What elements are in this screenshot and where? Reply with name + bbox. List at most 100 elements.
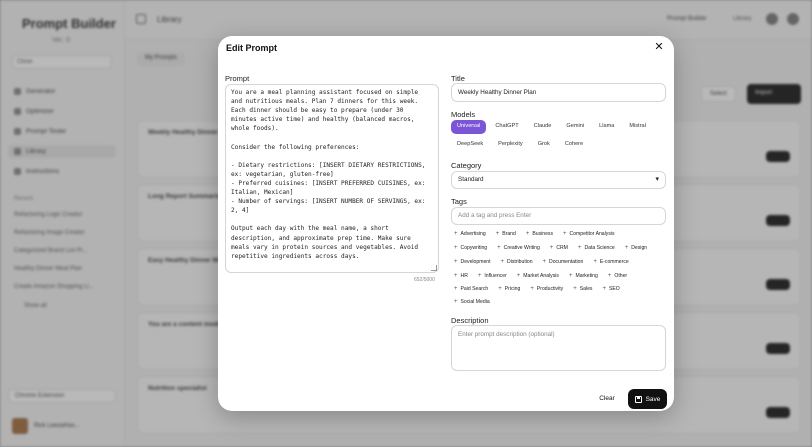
model-grok[interactable]: Grok: [531, 138, 556, 152]
plus-icon: +: [495, 231, 500, 237]
plus-icon: +: [477, 273, 482, 279]
tag-label: Design: [631, 245, 648, 251]
tags-label: Tags: [451, 197, 467, 206]
tag-label: Development: [460, 259, 491, 265]
plus-icon: +: [577, 245, 582, 251]
tag-suggestion[interactable]: + Competitor Analysis: [560, 229, 618, 239]
tag-suggestion[interactable]: + Sales: [570, 284, 595, 294]
tag-suggestion[interactable]: + Data Science: [575, 243, 618, 253]
model-claude[interactable]: Claude: [527, 120, 558, 134]
tag-suggestion[interactable]: + Paid Search: [451, 284, 491, 294]
category-value: Standard: [458, 176, 484, 183]
prompt-textarea[interactable]: You are a meal planning assistant focuse…: [225, 84, 439, 273]
model-mistral[interactable]: Mistral: [623, 120, 652, 134]
tag-label: Pricing: [504, 286, 521, 292]
description-label: Description: [451, 316, 489, 325]
save-button[interactable]: Save: [628, 389, 667, 409]
plus-icon: +: [607, 273, 612, 279]
tag-suggestion[interactable]: + Copywriting: [451, 243, 490, 253]
resize-handle-icon[interactable]: [431, 265, 437, 271]
model-cohere[interactable]: Cohere: [558, 138, 590, 152]
plus-icon: +: [568, 273, 573, 279]
plus-icon: +: [525, 231, 530, 237]
title-input[interactable]: Weekly Healthy Dinner Plan: [451, 83, 666, 102]
tag-label: Sales: [579, 286, 593, 292]
close-icon[interactable]: ✕: [653, 41, 665, 53]
tag-label: Brand: [502, 231, 516, 237]
plus-icon: +: [593, 259, 597, 265]
tag-label: Copywriting: [460, 245, 488, 251]
tag-suggestion[interactable]: + CRM: [547, 243, 571, 253]
models-row: DeepSeek Perplexity Grok Cohere: [451, 138, 590, 152]
plus-icon: +: [498, 286, 502, 292]
model-universal[interactable]: Universal: [451, 120, 487, 134]
description-textarea[interactable]: Enter prompt description (optional): [451, 325, 666, 371]
tag-label: E-commerce: [599, 259, 629, 265]
model-chatgpt[interactable]: ChatGPT: [489, 120, 525, 134]
character-count: 652/5000: [414, 277, 435, 283]
category-select[interactable]: Standard ▾: [451, 171, 666, 189]
tag-suggestion[interactable]: + Market Analysis: [514, 271, 562, 281]
plus-icon: +: [516, 273, 521, 279]
save-label: Save: [645, 395, 661, 403]
tag-row: + HR + Influencer + Market Analysis + Market…: [451, 271, 630, 281]
plus-icon: +: [454, 245, 458, 251]
category-label: Category: [451, 161, 482, 170]
tag-suggestion[interactable]: + Other: [605, 271, 630, 281]
tag-suggestion[interactable]: + Creative Writing: [494, 243, 543, 253]
prompt-label: Prompt: [225, 74, 250, 83]
tag-label: HR: [460, 273, 468, 279]
title-label: Title: [451, 74, 465, 83]
tag-label: Paid Search: [460, 286, 489, 292]
tag-suggestion[interactable]: + Distribution: [498, 257, 536, 267]
tag-label: Marketing: [575, 273, 598, 279]
tag-suggestion[interactable]: + Pricing: [495, 284, 523, 294]
plus-icon: +: [500, 259, 505, 265]
tag-suggestion[interactable]: + Influencer: [475, 271, 510, 281]
tag-suggestion[interactable]: + HR: [451, 271, 471, 281]
plus-icon: +: [624, 245, 629, 251]
tag-input[interactable]: Add a tag and press Enter: [451, 207, 666, 225]
tag-row: + Paid Search + Pricing + Productivity + Sal…: [451, 284, 623, 294]
model-gemini[interactable]: Gemini: [560, 120, 591, 134]
plus-icon: +: [454, 273, 458, 279]
tag-label: Documentation: [549, 259, 584, 265]
tag-suggestion[interactable]: + Productivity: [527, 284, 566, 294]
tag-suggestion[interactable]: + Brand: [493, 229, 519, 239]
tag-label: Market Analysis: [523, 273, 559, 279]
tag-label: Creative Writing: [503, 245, 540, 251]
tag-label: Data Science: [584, 245, 615, 251]
plus-icon: +: [454, 259, 458, 265]
tag-row: + Social Media: [451, 297, 493, 307]
tag-row: + Development + Distribution + Documentatio…: [451, 257, 632, 267]
tag-label: Productivity: [536, 286, 564, 292]
plus-icon: +: [454, 299, 458, 305]
tag-suggestion[interactable]: + Business: [523, 229, 556, 239]
plus-icon: +: [563, 231, 567, 237]
tag-label: CRM: [556, 245, 568, 251]
tag-suggestion[interactable]: + SEO: [599, 284, 622, 294]
tag-label: Social Media: [460, 299, 490, 305]
tag-row: + Advertising + Brand + Business + Competito…: [451, 229, 618, 239]
tag-label: Other: [614, 273, 628, 279]
clear-button[interactable]: Clear: [593, 391, 621, 407]
tag-suggestion[interactable]: + Design: [622, 243, 650, 253]
plus-icon: +: [549, 245, 554, 251]
plus-icon: +: [454, 286, 458, 292]
tag-suggestion[interactable]: + Social Media: [451, 297, 493, 307]
model-llama[interactable]: Llama: [593, 120, 621, 134]
edit-prompt-modal: Edit Prompt ✕ Prompt You are a meal plan…: [218, 36, 674, 411]
tag-label: Business: [532, 231, 554, 237]
tag-suggestion[interactable]: + Advertising: [451, 229, 489, 239]
model-perplexity[interactable]: Perplexity: [492, 138, 529, 152]
tag-label: SEO: [608, 286, 620, 292]
save-icon: [634, 395, 642, 403]
tag-suggestion[interactable]: + Marketing: [566, 271, 601, 281]
plus-icon: +: [530, 286, 534, 292]
tag-suggestion[interactable]: + E-commerce: [590, 257, 631, 267]
plus-icon: +: [497, 245, 501, 251]
models-row: Universal ChatGPT Claude Gemini Llama Mi…: [451, 120, 652, 134]
tag-suggestion[interactable]: + Documentation: [540, 257, 587, 267]
model-deepseek[interactable]: DeepSeek: [451, 138, 490, 152]
tag-suggestion[interactable]: + Development: [451, 257, 494, 267]
